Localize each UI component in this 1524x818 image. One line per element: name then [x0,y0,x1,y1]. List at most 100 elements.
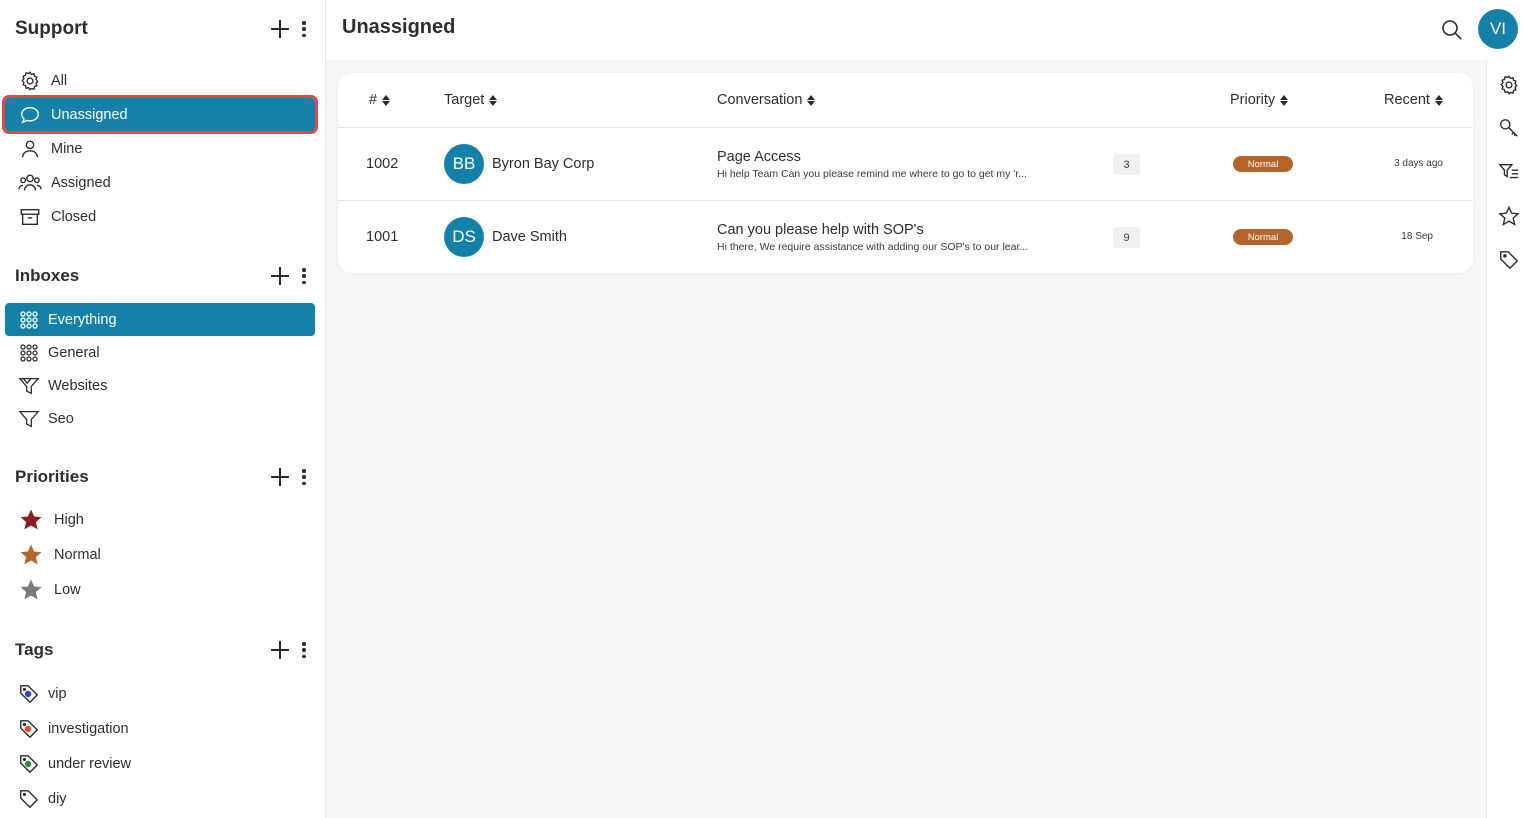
recent-time: 18 Sep [1401,231,1433,242]
topbar: Unassigned VI [326,0,1524,60]
column-header-conversation[interactable]: Conversation [717,92,816,108]
star-icon [19,579,43,601]
sidebar-item-priority-high[interactable]: High [5,503,315,536]
add-inbox-button[interactable] [271,267,289,285]
column-header-id[interactable]: # [369,92,391,108]
star-icon [19,509,43,531]
sidebar-item-label: Assigned [51,174,111,191]
key-icon[interactable] [1497,116,1521,140]
recent-time: 3 days ago [1394,158,1443,169]
sidebar-item-label: diy [48,790,67,807]
gear-icon[interactable] [1497,73,1521,97]
message-count-badge: 9 [1113,227,1140,248]
sidebar-item-label: All [51,72,68,89]
sidebar-item-mine[interactable]: Mine [5,132,315,165]
tags-more-icon[interactable] [301,641,307,659]
add-priority-button[interactable] [271,468,289,486]
section-header-tags: Tags [15,636,307,664]
user-avatar[interactable]: VI [1478,9,1518,49]
support-more-icon[interactable] [301,20,307,38]
page-title: Unassigned [342,16,456,38]
sidebar-item-everything[interactable]: Everything [5,303,315,336]
column-label: Conversation [717,92,803,108]
sidebar-item-label: Low [54,581,81,598]
sidebar-item-tag-investigation[interactable]: investigation [5,712,315,745]
avatar: DS [444,217,484,257]
grid-icon [17,342,41,364]
table-row[interactable]: 1001 DS Dave Smith Can you please help w… [338,201,1473,274]
archive-box-icon [18,206,42,228]
sidebar-item-label: Everything [48,311,117,328]
chat-bubble-icon [18,104,42,126]
add-tag-button[interactable] [271,641,289,659]
gear-icon [18,70,42,92]
sidebar-item-tag-diy[interactable]: diy [5,782,315,815]
column-label: # [369,92,378,108]
sidebar-item-label: Mine [51,140,83,157]
tag-icon [17,753,41,775]
sidebar-item-priority-normal[interactable]: Normal [5,538,315,571]
sort-icon [489,94,498,106]
avatar: BB [444,144,484,184]
column-label: Target [444,92,485,108]
message-count-badge: 3 [1113,154,1140,175]
star-icon [19,544,43,566]
people-icon [18,172,42,194]
section-title-priorities: Priorities [15,467,89,486]
sidebar-item-label: investigation [48,720,129,737]
conversation-preview: Hi help Team Can you please remind me wh… [717,168,1027,180]
filter-icon [17,408,41,430]
conversation-id: 1001 [366,229,399,245]
target-name: Dave Smith [492,229,567,245]
table-row[interactable]: 1002 BB Byron Bay Corp Page Access Hi he… [338,128,1473,201]
grid-icon [17,309,41,331]
sidebar-item-unassigned[interactable]: Unassigned [2,95,318,134]
sidebar-item-label: Unassigned [51,106,128,123]
sidebar-item-label: under review [48,755,132,772]
search-icon[interactable] [1440,18,1464,42]
sidebar-item-label: Seo [48,410,74,427]
priority-badge: Normal [1233,156,1293,172]
column-header-target[interactable]: Target [444,92,498,108]
column-header-priority[interactable]: Priority [1230,92,1289,108]
sidebar-item-label: General [48,344,100,361]
sort-icon [1280,94,1289,106]
section-header-support: Support [15,15,307,43]
target-name: Byron Bay Corp [492,156,595,172]
star-icon[interactable] [1497,204,1521,228]
section-title-support: Support [15,18,88,39]
sidebar-item-tag-under-review[interactable]: under review [5,747,315,780]
column-label: Priority [1230,92,1276,108]
tag-icon [17,788,41,810]
sidebar-item-websites[interactable]: Websites [5,369,315,402]
sidebar-item-priority-low[interactable]: Low [5,573,315,606]
sort-icon [807,94,816,106]
tag-icon [17,718,41,740]
priority-badge: Normal [1233,229,1293,245]
conversations-table: # Target Conversation Priority Recent 10… [338,73,1473,273]
person-icon [18,138,42,160]
filter-list-icon[interactable] [1497,160,1521,184]
section-title-inboxes: Inboxes [15,266,80,285]
sidebar: Support All Unassigned Mine Assigned Clo… [0,0,326,818]
table-header: # Target Conversation Priority Recent [338,73,1473,128]
sidebar-item-tag-vip[interactable]: vip [5,677,315,710]
section-header-priorities: Priorities [15,463,307,491]
sidebar-item-assigned[interactable]: Assigned [5,166,315,199]
column-header-recent[interactable]: Recent [1384,92,1443,108]
filter-icon [17,375,41,397]
add-support-view-button[interactable] [271,20,289,38]
inboxes-more-icon[interactable] [301,267,307,285]
sidebar-item-all[interactable]: All [5,64,315,97]
sidebar-item-general[interactable]: General [5,336,315,369]
sidebar-item-closed[interactable]: Closed [5,200,315,233]
conversation-preview: Hi there, We require assistance with add… [717,241,1029,253]
priorities-more-icon[interactable] [301,468,307,486]
sidebar-item-label: vip [48,685,67,702]
section-header-inboxes: Inboxes [15,262,307,290]
tag-icon[interactable] [1497,248,1521,272]
tag-icon [17,683,41,705]
sidebar-item-seo[interactable]: Seo [5,402,315,435]
sort-icon [1434,94,1443,106]
column-label: Recent [1384,92,1430,108]
